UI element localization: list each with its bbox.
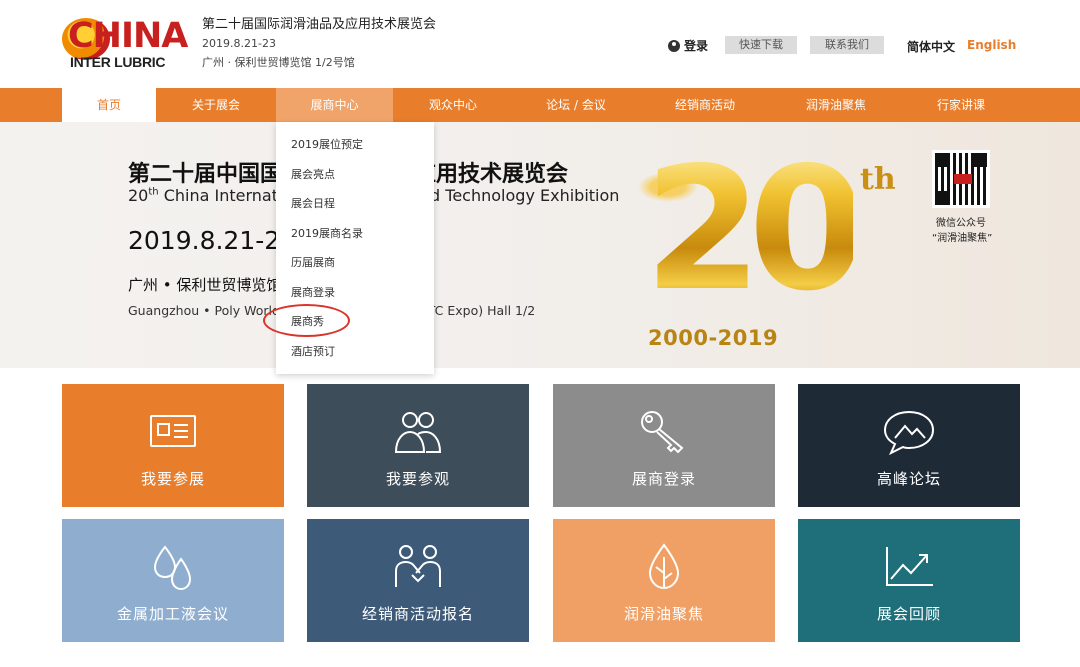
- expo-date: 2019.8.21-23: [202, 37, 276, 50]
- anniversary-20th-graphic: 20 th 2000-2019: [638, 132, 908, 367]
- nav-distributor-events[interactable]: 经销商活动: [639, 88, 771, 122]
- nav-visitor-center[interactable]: 观众中心: [393, 88, 513, 122]
- nav-lubricant-focus[interactable]: 润滑油聚焦: [771, 88, 901, 122]
- tile-lubricant-focus[interactable]: 润滑油聚焦: [553, 519, 775, 642]
- qr-center-logo: [954, 174, 972, 184]
- id-card-icon: [145, 408, 201, 456]
- tile-label: 经销商活动报名: [361, 605, 474, 623]
- dropdown-item-booth-booking[interactable]: 2019展位预定: [276, 130, 434, 160]
- people-icon: [390, 408, 446, 456]
- dropdown-item-past-exhibitors[interactable]: 历届展商: [276, 248, 434, 278]
- badge-suffix: th: [860, 162, 896, 197]
- dropdown-item-exhibitor-list[interactable]: 2019展商名录: [276, 219, 434, 249]
- dropdown-item-exhibitor-show[interactable]: 展商秀: [276, 307, 434, 337]
- qr-caption-account: “润滑油聚焦”: [932, 233, 993, 244]
- logo-word: CHINA: [68, 16, 188, 56]
- expo-title: 第二十届国际润滑油品及应用技术展览会: [202, 17, 437, 32]
- tile-visit[interactable]: 我要参观: [307, 384, 529, 507]
- banner-date: 2019.8.21-23: [128, 226, 297, 255]
- quick-download-button[interactable]: 快速下载: [725, 36, 797, 54]
- tile-label: 我要参展: [140, 470, 205, 488]
- expo-venue: 广州 · 保利世贸博览馆 1/2号馆: [202, 56, 355, 69]
- logo-subtext: INTER LUBRIC: [70, 54, 166, 70]
- nav-home[interactable]: 首页: [62, 88, 156, 122]
- dropdown-item-schedule[interactable]: 展会日程: [276, 189, 434, 219]
- oil-drop-icon: [636, 543, 692, 591]
- tile-summit-forum[interactable]: 高峰论坛: [798, 384, 1020, 507]
- lang-english[interactable]: English: [967, 38, 1016, 52]
- china-inter-lubric-logo[interactable]: CHINA INTER LUBRIC: [62, 16, 188, 72]
- tile-label: 高峰论坛: [876, 470, 941, 488]
- dropdown-item-exhibitor-login[interactable]: 展商登录: [276, 278, 434, 308]
- login-label: 登录: [684, 39, 709, 53]
- tile-label: 金属加工液会议: [116, 605, 229, 623]
- qr-caption: 微信公众号: [936, 218, 986, 229]
- nav-forum[interactable]: 论坛 / 会议: [513, 88, 639, 122]
- key-icon: [636, 408, 692, 456]
- wechat-qr-code: [932, 150, 990, 208]
- login-link[interactable]: 登录: [668, 37, 708, 54]
- main-nav: 首页 关于展会 展商中心 观众中心 论坛 / 会议 经销商活动 润滑油聚焦 行家…: [0, 88, 1080, 122]
- tile-label: 润滑油聚焦: [623, 605, 704, 623]
- chart-trend-icon: [881, 543, 937, 591]
- badge-number: 20: [644, 131, 867, 329]
- expo-info: 第二十届国际润滑油品及应用技术展览会 2019.8.21-23 广州 · 保利世…: [202, 15, 436, 71]
- chat-bubble-icon: [881, 408, 937, 456]
- hero-banner: 第二十届中国国际润滑油品及应用技术展览会 20th China Internat…: [0, 122, 1080, 368]
- dropdown-item-highlights[interactable]: 展会亮点: [276, 160, 434, 190]
- tile-metalworking-fluid-conference[interactable]: 金属加工液会议: [62, 519, 284, 642]
- site-header: CHINA INTER LUBRIC 第二十届国际润滑油品及应用技术展览会 20…: [0, 0, 1080, 88]
- tile-distributor-registration[interactable]: 经销商活动报名: [307, 519, 529, 642]
- contact-us-button[interactable]: 联系我们: [810, 36, 884, 54]
- nav-expert-lectures[interactable]: 行家讲课: [901, 88, 1021, 122]
- nav-about[interactable]: 关于展会: [156, 88, 276, 122]
- user-icon: [668, 39, 680, 52]
- nav-exhibitor-center[interactable]: 展商中心: [276, 88, 393, 122]
- handshake-icon: [390, 543, 446, 591]
- tile-exhibition-review[interactable]: 展会回顾: [798, 519, 1020, 642]
- tile-label: 我要参观: [385, 470, 450, 488]
- lang-simplified-chinese[interactable]: 简体中文: [907, 38, 955, 55]
- dropdown-item-hotel-booking[interactable]: 酒店预订: [276, 337, 434, 367]
- droplets-icon: [145, 543, 201, 591]
- exhibitor-center-dropdown: 2019展位预定 展会亮点 展会日程 2019展商名录 历届展商 展商登录 展商…: [276, 122, 434, 374]
- tile-label: 展商登录: [631, 470, 696, 488]
- tile-label: 展会回顾: [876, 605, 941, 623]
- tile-exhibit[interactable]: 我要参展: [62, 384, 284, 507]
- badge-years: 2000-2019: [648, 326, 779, 350]
- tile-exhibitor-login[interactable]: 展商登录: [553, 384, 775, 507]
